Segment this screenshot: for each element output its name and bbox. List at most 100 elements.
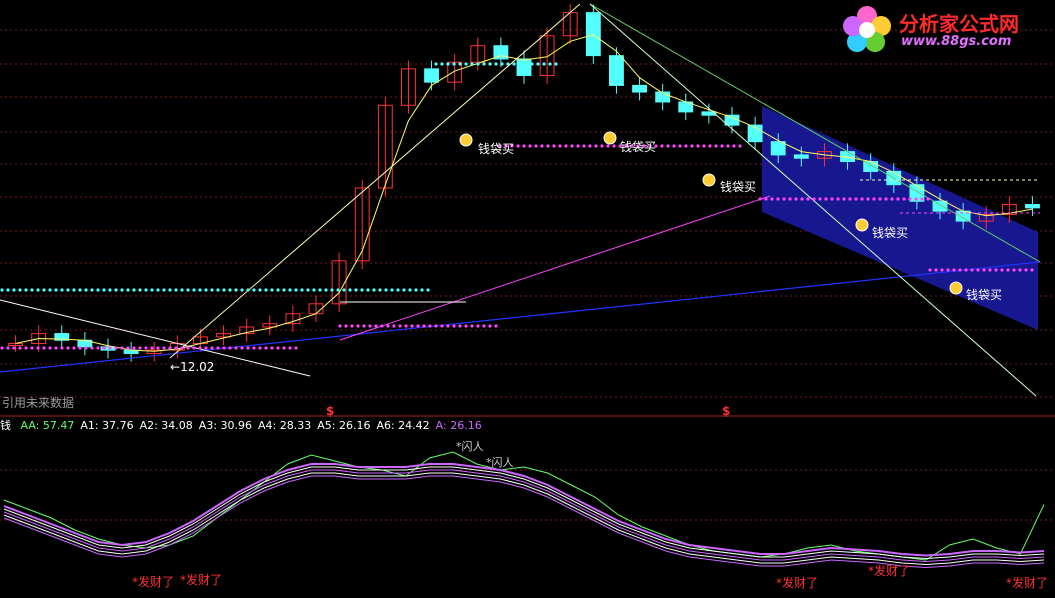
cyan-dot-high-19 (548, 62, 552, 66)
cyan-dot-low-48 (288, 288, 292, 292)
magenta-dot-d-9 (812, 197, 816, 201)
magenta-dot-a-17 (102, 346, 106, 350)
magenta-dot-a-4 (24, 346, 28, 350)
magenta-dot-a-2 (12, 346, 16, 350)
cyan-dot-low-67 (402, 288, 406, 292)
magenta-dot-a-9 (54, 346, 58, 350)
magenta-dot-c-27 (660, 144, 664, 148)
indicator-name: 钱 (0, 419, 11, 432)
magenta-dot-a-21 (126, 346, 130, 350)
cyan-dot-high-0 (434, 62, 438, 66)
magenta-dot-d-21 (884, 197, 888, 201)
cyan-dot-low-22 (132, 288, 136, 292)
cyan-dot-low-69 (414, 288, 418, 292)
magenta-dot-b-17 (440, 324, 444, 328)
magenta-dot-a-41 (246, 346, 250, 350)
magenta-dot-a-45 (270, 346, 274, 350)
candle-body-25 (585, 12, 601, 57)
sell-signal-1: *闪人 (456, 440, 484, 453)
magenta-dot-a-19 (114, 346, 118, 350)
magenta-dot-d-16 (854, 197, 858, 201)
cyan-dot-low-46 (276, 288, 280, 292)
magenta-dot-c-10 (558, 144, 562, 148)
indicator-value-6: A6: 24.42 (376, 419, 430, 432)
magenta-dot-b-2 (350, 324, 354, 328)
magenta-dot-a-12 (72, 346, 76, 350)
cyan-dot-low-41 (246, 288, 250, 292)
magenta-dot-c-3 (516, 144, 520, 148)
oscillator-band-0 (3, 463, 1045, 557)
magenta-dot-b-1 (344, 324, 348, 328)
magenta-dot-a-29 (174, 346, 178, 350)
magenta-dot-c-15 (588, 144, 592, 148)
cyan-dot-low-37 (222, 288, 226, 292)
indicator-value-3: A3: 30.96 (198, 419, 253, 432)
cyan-dot-low-39 (234, 288, 238, 292)
cyan-dot-low-25 (150, 288, 154, 292)
cyan-dot-low-6 (36, 288, 40, 292)
magenta-dot-d-18 (866, 197, 870, 201)
magenta-dot-b-13 (416, 324, 420, 328)
cyan-dot-low-34 (204, 288, 208, 292)
magenta-dot-d-24 (902, 197, 906, 201)
cyan-dot-low-40 (240, 288, 244, 292)
magenta-dot-a-37 (222, 346, 226, 350)
buy-label-4: 钱袋买 (872, 226, 909, 240)
magenta-dot-e-6 (964, 268, 968, 272)
magenta-dot-e-1 (934, 268, 938, 272)
cyan-dot-low-49 (294, 288, 298, 292)
magenta-dot-c-8 (546, 144, 550, 148)
magenta-dot-a-46 (276, 346, 280, 350)
oscillator-AA-line (3, 451, 1045, 561)
dollar-marker-1: $ (326, 404, 335, 418)
cyan-dot-low-44 (264, 288, 268, 292)
magenta-dot-d-14 (842, 197, 846, 201)
cyan-dot-low-7 (42, 288, 46, 292)
magenta-dot-a-27 (162, 346, 166, 350)
cyan-dot-low-70 (420, 288, 424, 292)
magenta-dot-e-13 (1006, 268, 1010, 272)
cyan-dot-low-1 (6, 288, 10, 292)
magenta-dot-c-11 (564, 144, 568, 148)
magenta-dot-c-12 (570, 144, 574, 148)
magenta-dot-e-12 (1000, 268, 1004, 272)
magenta-dot-a-15 (90, 346, 94, 350)
cyan-dot-low-33 (198, 288, 202, 292)
cyan-dot-high-9 (488, 62, 492, 66)
magenta-dot-a-22 (132, 346, 136, 350)
magenta-dot-c-30 (678, 144, 682, 148)
magenta-dot-b-16 (434, 324, 438, 328)
magenta-dot-a-47 (282, 346, 286, 350)
oscillator-band-4 (3, 475, 1045, 569)
candle-body-33 (770, 141, 786, 156)
magenta-dot-c-31 (684, 144, 688, 148)
indicator-readout: 钱 AA: 57.47 A1: 37.76 A2: 34.08 A3: 30.96 A4… (0, 418, 494, 434)
magenta-dot-a-14 (84, 346, 88, 350)
cyan-dot-low-62 (372, 288, 376, 292)
stock-chart (0, 3, 1055, 569)
magenta-dot-b-18 (446, 324, 450, 328)
cyan-dot-low-13 (78, 288, 82, 292)
magenta-dot-b-7 (380, 324, 384, 328)
cyan-dot-low-20 (120, 288, 124, 292)
magenta-dot-a-1 (6, 346, 10, 350)
magenta-dot-a-7 (42, 346, 46, 350)
cyan-dot-low-8 (48, 288, 52, 292)
magenta-dot-a-32 (192, 346, 196, 350)
magenta-dot-d-23 (896, 197, 900, 201)
magenta-dot-b-22 (470, 324, 474, 328)
cyan-dot-low-3 (18, 288, 22, 292)
cyan-dot-high-2 (446, 62, 450, 66)
cyan-dot-low-11 (66, 288, 70, 292)
candle-body-18 (424, 68, 439, 83)
trend-line-magenta (339, 195, 771, 341)
cyan-dot-low-58 (348, 288, 352, 292)
cyan-dot-low-23 (138, 288, 142, 292)
magenta-dot-e-4 (952, 268, 956, 272)
magenta-dot-a-0 (0, 346, 4, 350)
cyan-dot-high-5 (464, 62, 468, 66)
magenta-dot-a-36 (216, 346, 220, 350)
candle-body-44 (1025, 204, 1040, 209)
candle-body-40 (932, 200, 948, 212)
magenta-dot-a-24 (144, 346, 148, 350)
